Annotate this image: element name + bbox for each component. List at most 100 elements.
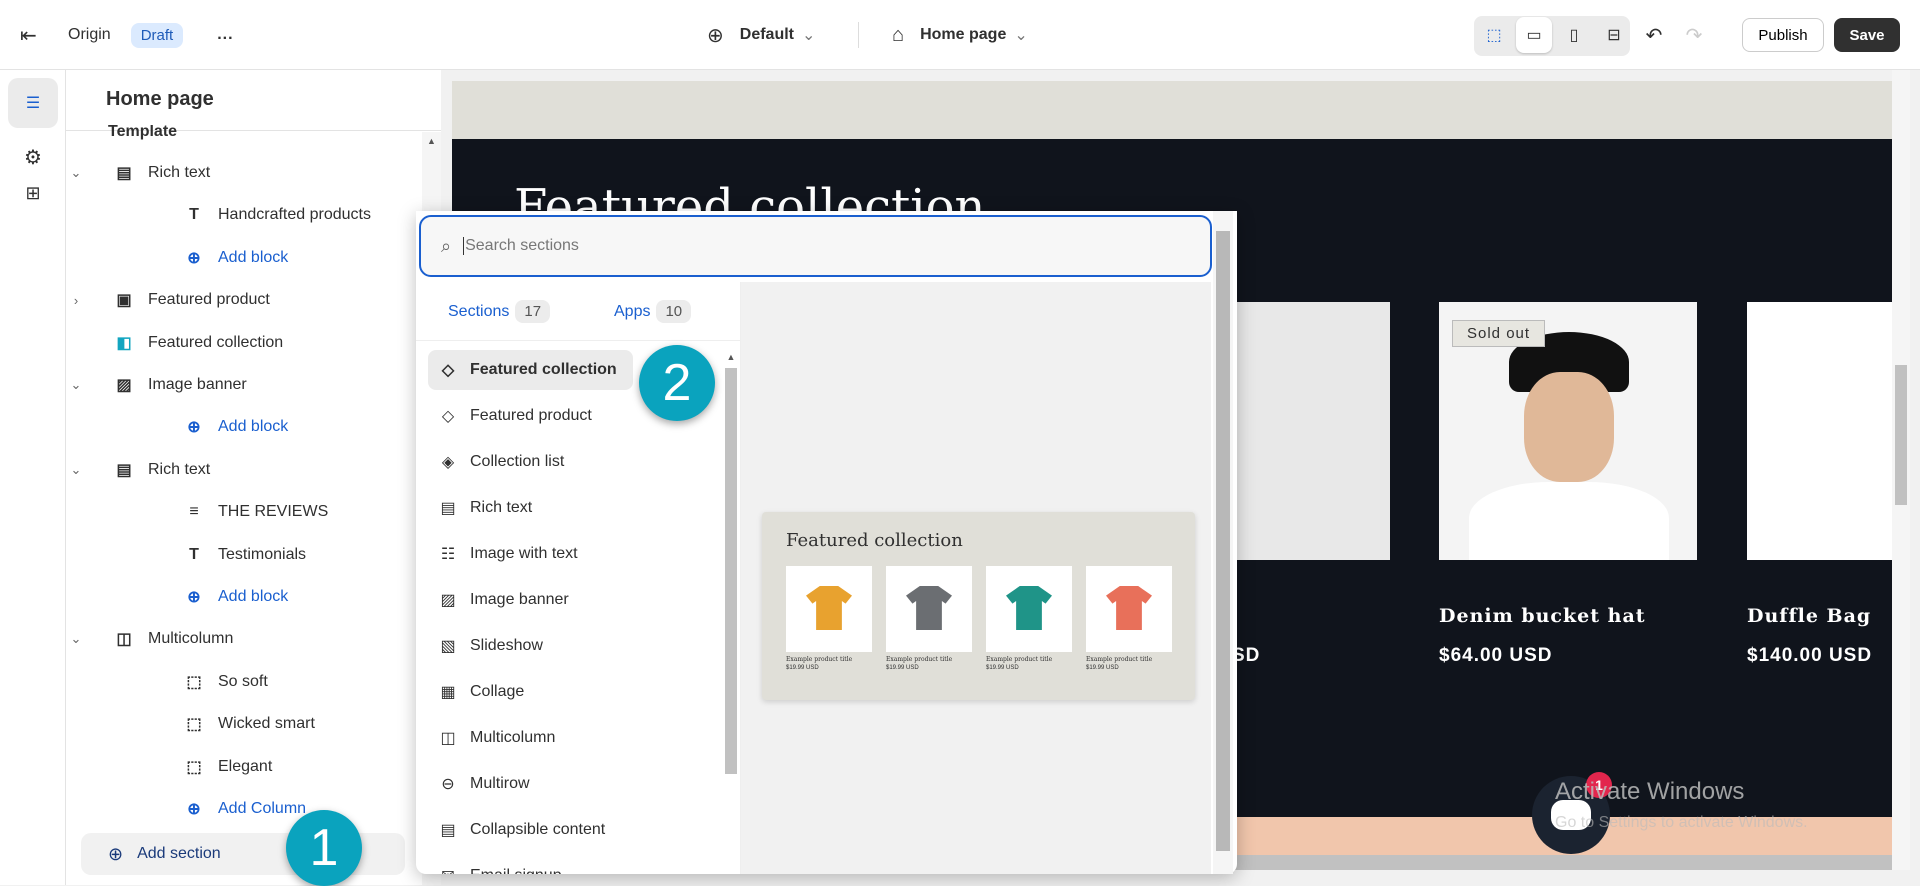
collection-app-icon: ◧	[116, 334, 132, 352]
section-option-label: Collage	[470, 683, 525, 700]
more-button[interactable]: ...	[217, 26, 233, 44]
tree-item-label: Add block	[218, 248, 289, 266]
column-icon: ⬚	[186, 716, 202, 734]
status-badge: Draft	[130, 22, 184, 48]
search-placeholder: Search sections	[463, 237, 579, 255]
section-option[interactable]: ▧ Slideshow	[428, 626, 633, 666]
chevron-down-icon[interactable]: ⌄	[68, 377, 84, 393]
preview-scrollbar[interactable]	[1892, 70, 1910, 870]
mobile-view-icon[interactable]: ▯	[1556, 17, 1592, 53]
fullscreen-icon[interactable]: ⊟	[1596, 17, 1632, 53]
tshirt-icon	[906, 586, 952, 630]
tree-item-label: Add block	[218, 418, 289, 436]
plus-circle-icon: ⊕	[187, 249, 201, 267]
inspector-icon[interactable]: ⬚	[1476, 17, 1512, 53]
tree-item[interactable]: ⌄ ▤ Rich text	[71, 154, 211, 192]
tags-icon: ◈	[441, 454, 455, 471]
search-input[interactable]: ⌕ Search sections	[419, 215, 1212, 277]
exit-icon[interactable]: ⇤	[20, 23, 50, 48]
tree-item[interactable]: ⌄ ▤ Rich text	[71, 451, 211, 489]
add-block-button[interactable]: ⊕ Add block	[184, 578, 288, 616]
tree-item[interactable]: ⌄ ◫ Multicolumn	[71, 620, 234, 658]
save-button[interactable]: Save	[1834, 18, 1900, 52]
preview-product-image	[786, 566, 872, 652]
template-label: Template	[108, 125, 178, 140]
tree-item-label: Multicolumn	[148, 630, 234, 648]
text-block-icon: ▤	[116, 461, 132, 479]
product-price: $64.00 USD	[1439, 645, 1553, 666]
tree-item-label: Elegant	[218, 757, 273, 775]
tab-sections[interactable]: Sections 17	[448, 300, 551, 323]
section-option[interactable]: ▨ Image banner	[428, 580, 633, 620]
add-section-label: Add section	[137, 845, 221, 862]
product-thumb-icon: ▣	[116, 292, 132, 310]
tshirt-icon	[806, 586, 852, 630]
text-block-icon: ▤	[440, 500, 456, 517]
desktop-view-icon[interactable]: ▭	[1516, 17, 1552, 53]
publish-button[interactable]: Publish	[1742, 18, 1824, 52]
plus-circle-icon: ⊕	[187, 419, 201, 437]
tree-item[interactable]: ⌄ ▨ Image banner	[71, 366, 247, 404]
tree-item[interactable]: ◧ Featured collection	[114, 324, 283, 362]
tree-item[interactable]: ⬚ So soft	[184, 663, 268, 701]
rows-icon: ⊖	[441, 776, 455, 793]
product-title[interactable]: Denim bucket hat	[1439, 605, 1646, 627]
section-option[interactable]: ◫ Multicolumn	[428, 718, 633, 758]
list-scrollbar[interactable]: ▲	[722, 352, 740, 872]
preview-product-title: Example product title	[986, 656, 1053, 663]
add-block-button[interactable]: ⊕ Add Column	[184, 790, 306, 828]
chevron-down-icon[interactable]: ⌄	[68, 462, 84, 478]
product-image-duffle[interactable]	[1747, 302, 1892, 560]
section-option[interactable]: ◈ Collection list	[428, 442, 633, 482]
tab-apps[interactable]: Apps 10	[614, 300, 692, 323]
product-image-backpack[interactable]	[1232, 302, 1390, 560]
section-option[interactable]: ⊖ Multirow	[428, 764, 633, 804]
image-icon: ▨	[116, 377, 132, 394]
theme-label: Default	[739, 26, 794, 43]
page-selector[interactable]: ⌂ Home page ⌄	[892, 0, 1028, 70]
tree-item-label: Add block	[218, 588, 289, 605]
page-label: Home page	[920, 26, 1007, 43]
redo-icon[interactable]: ↷	[1676, 17, 1712, 53]
icon-rail: ☰ ⚙ ⊞	[0, 70, 66, 885]
apps-icon[interactable]: ⊞	[8, 168, 58, 218]
tree-item[interactable]: T Handcrafted products	[184, 196, 371, 234]
section-option[interactable]: ✉ Email signup	[428, 856, 633, 874]
top-bar: ⇤ Origin Draft ... ⊕ Default ⌄ ⌂ Home pa…	[0, 0, 1920, 70]
sections-icon[interactable]: ☰	[8, 78, 58, 128]
section-option[interactable]: ◇ Featured product	[428, 396, 633, 436]
tag-icon: ◇	[441, 362, 455, 379]
popup-scrollbar[interactable]	[1213, 211, 1233, 874]
section-option[interactable]: ◇ Featured collection	[428, 350, 633, 390]
product-image-hat[interactable]: Sold out	[1439, 302, 1697, 560]
undo-icon[interactable]: ↶	[1636, 17, 1672, 53]
plus-circle-icon: ⊕	[108, 843, 124, 864]
section-option-label: Image banner	[470, 591, 569, 608]
section-option[interactable]: ▦ Collage	[428, 672, 633, 712]
section-option-label: Rich text	[470, 499, 533, 516]
section-option[interactable]: ☷ Image with text	[428, 534, 633, 574]
chevron-down-icon[interactable]: ⌄	[68, 165, 84, 181]
theme-selector[interactable]: ⊕ Default ⌄	[707, 0, 815, 70]
chevron-down-icon[interactable]: ⌄	[68, 631, 84, 647]
watermark-subtitle: Go to Settings to activate Windows.	[1555, 814, 1808, 831]
tree-item[interactable]: › ▣ Featured product	[74, 281, 270, 319]
tree-item[interactable]: ⬚ Elegant	[184, 748, 272, 786]
tree-item[interactable]: ⬚ Wicked smart	[184, 705, 315, 743]
collapsible-icon: ▤	[440, 822, 456, 839]
add-block-button[interactable]: ⊕ Add block	[184, 408, 288, 446]
paragraph-icon: ≡	[189, 503, 199, 521]
product-price: $140.00 USD	[1747, 645, 1873, 666]
tree-item-label: So soft	[218, 672, 268, 690]
chevron-right-icon[interactable]: ›	[68, 293, 84, 308]
section-option-label: Featured collection	[470, 361, 617, 378]
tshirt-icon	[1106, 586, 1152, 630]
tree-item-label: Wicked smart	[218, 715, 315, 733]
tree-item[interactable]: ≡ THE REVIEWS	[184, 493, 328, 531]
tree-item[interactable]: T Testimonials	[184, 536, 306, 574]
section-option[interactable]: ▤ Rich text	[428, 488, 633, 528]
product-title[interactable]: Duffle Bag	[1747, 605, 1871, 627]
section-option[interactable]: ▤ Collapsible content	[428, 810, 633, 850]
image-icon: ▨	[440, 592, 456, 609]
add-block-button[interactable]: ⊕ Add block	[184, 239, 288, 277]
